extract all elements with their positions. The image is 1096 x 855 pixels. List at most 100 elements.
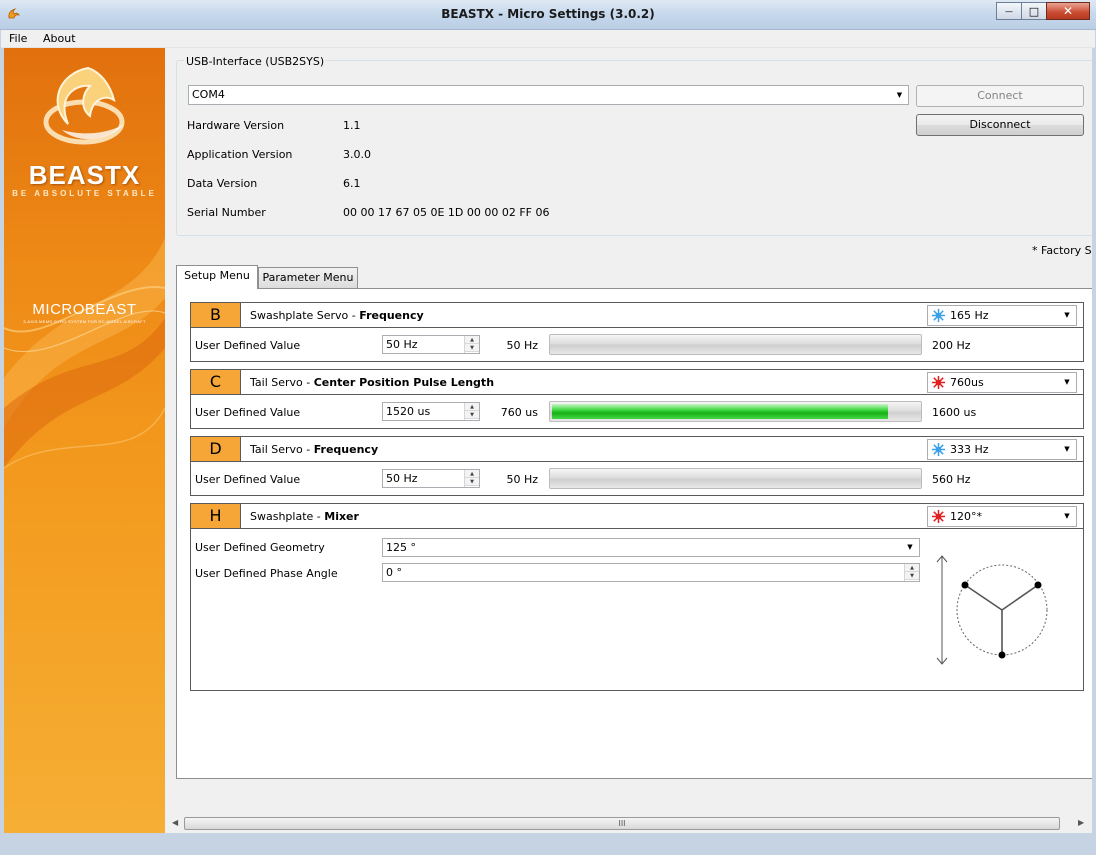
hardware-version-label: Hardware Version — [187, 119, 285, 132]
preset-select[interactable]: 760us ▼ — [927, 372, 1077, 393]
beastx-logo-icon — [43, 66, 125, 145]
red-star-icon — [931, 375, 946, 390]
section-h-swashplate-mixer: H Swashplate - Mixer 120°* ▼ User Define… — [190, 503, 1084, 691]
section-header: C Tail Servo - Center Position Pulse Len… — [191, 370, 1083, 395]
range-max: 560 Hz — [932, 473, 971, 486]
user-defined-phase-angle-label: User Defined Phase Angle — [195, 567, 338, 580]
phase-angle-value: 0 ° — [386, 566, 402, 579]
preset-select[interactable]: 165 Hz ▼ — [927, 305, 1077, 326]
minimize-button[interactable]: — — [996, 2, 1022, 20]
chevron-down-icon: ▼ — [896, 91, 903, 99]
maximize-icon: □ — [1028, 4, 1040, 18]
value-progress-bar — [549, 334, 922, 355]
product-name: MICROBEAST — [32, 301, 137, 318]
section-title: Tail Servo - Frequency — [250, 443, 379, 456]
phase-angle-spinbox[interactable]: 0 ° ▲ ▼ — [382, 563, 920, 582]
section-c-tail-center-pulse: C Tail Servo - Center Position Pulse Len… — [190, 369, 1084, 429]
blue-star-icon — [931, 442, 946, 457]
value-progress-bar — [549, 401, 922, 422]
servo-point-right — [1034, 581, 1042, 589]
tab-parameter-menu[interactable]: Parameter Menu — [258, 267, 358, 288]
chevron-down-icon: ▼ — [1064, 512, 1070, 520]
section-d-tail-frequency: D Tail Servo - Frequency 333 Hz ▼ User D… — [190, 436, 1084, 496]
user-defined-geometry-label: User Defined Geometry — [195, 541, 325, 554]
section-title: Tail Servo - Center Position Pulse Lengt… — [250, 376, 495, 389]
scroll-left-icon[interactable]: ◀ — [172, 818, 178, 827]
window-title: BEASTX - Micro Settings (3.0.2) — [441, 7, 655, 21]
client-area: BEASTX BE ABSOLUTE STABLE MICROBEAST 3-A… — [4, 48, 1092, 833]
grip-icon: III — [618, 819, 626, 828]
com-port-value: COM4 — [192, 88, 225, 101]
spin-down-icon[interactable]: ▼ — [465, 478, 479, 486]
maximize-button[interactable]: □ — [1021, 2, 1047, 20]
factory-settings-note: * Factory Se — [1032, 244, 1092, 257]
progress-fill — [552, 404, 888, 419]
value-spinbox[interactable]: 50 Hz ▲ ▼ — [382, 335, 480, 354]
spin-buttons[interactable]: ▲ ▼ — [464, 470, 479, 487]
title-bar: BEASTX - Micro Settings (3.0.2) — □ ✕ — [0, 0, 1096, 30]
range-max: 200 Hz — [932, 339, 971, 352]
preset-value: 120°* — [950, 510, 982, 523]
usb-group-title: USB-Interface (USB2SYS) — [184, 55, 327, 68]
user-defined-value-label: User Defined Value — [195, 406, 301, 419]
spin-buttons[interactable]: ▲ ▼ — [464, 336, 479, 353]
section-header: B Swashplate Servo - Frequency 165 Hz ▼ — [191, 303, 1083, 328]
chevron-down-icon: ▼ — [1064, 378, 1070, 386]
section-title: Swashplate Servo - Frequency — [250, 309, 424, 322]
chevron-down-icon: ▼ — [1064, 445, 1070, 453]
spin-down-icon[interactable]: ▼ — [465, 344, 479, 352]
chevron-down-icon: ▼ — [907, 543, 913, 551]
data-version-label: Data Version — [187, 177, 258, 190]
scrollbar-thumb[interactable]: III — [184, 817, 1060, 830]
tab-setup-menu[interactable]: Setup Menu — [176, 265, 258, 289]
close-icon: ✕ — [1062, 4, 1074, 18]
spinbox-value: 50 Hz — [386, 338, 418, 351]
serial-number-label: Serial Number — [187, 206, 266, 219]
section-letter: H — [191, 504, 241, 528]
range-min: 50 Hz — [506, 473, 538, 486]
preset-select[interactable]: 333 Hz ▼ — [927, 439, 1077, 460]
window-controls: — □ ✕ — [996, 2, 1090, 20]
user-defined-value-label: User Defined Value — [195, 473, 301, 486]
side-banner: BEASTX BE ABSOLUTE STABLE MICROBEAST 3-A… — [4, 48, 165, 833]
spin-up-icon[interactable]: ▲ — [465, 470, 479, 478]
user-defined-value-label: User Defined Value — [195, 339, 301, 352]
spinbox-value: 50 Hz — [386, 472, 418, 485]
section-letter: C — [191, 370, 241, 394]
value-spinbox[interactable]: 1520 us ▲ ▼ — [382, 402, 480, 421]
section-title: Swashplate - Mixer — [250, 510, 359, 523]
serial-number-value: 00 00 17 67 05 0E 1D 00 00 02 FF 06 — [343, 206, 550, 219]
hardware-version-value: 1.1 — [343, 119, 361, 132]
spin-buttons[interactable]: ▲ ▼ — [464, 403, 479, 420]
spin-down-icon[interactable]: ▼ — [905, 572, 919, 580]
spin-down-icon[interactable]: ▼ — [465, 411, 479, 419]
value-spinbox[interactable]: 50 Hz ▲ ▼ — [382, 469, 480, 488]
vertical-arrow-icon — [936, 555, 948, 665]
spin-up-icon[interactable]: ▲ — [465, 403, 479, 411]
brand-tagline: BE ABSOLUTE STABLE — [12, 189, 157, 198]
horizontal-scrollbar[interactable]: ◀ III ▶ — [168, 815, 1088, 833]
spin-up-icon[interactable]: ▲ — [905, 564, 919, 572]
minimize-icon: — — [1005, 6, 1013, 16]
section-letter: B — [191, 303, 241, 327]
spin-buttons[interactable]: ▲ ▼ — [904, 564, 919, 581]
range-max: 1600 us — [932, 406, 977, 419]
preset-select[interactable]: 120°* ▼ — [927, 506, 1077, 527]
section-b-swashplate-frequency: B Swashplate Servo - Frequency 165 Hz ▼ … — [190, 302, 1084, 362]
menu-file[interactable]: File — [9, 32, 27, 45]
chevron-down-icon: ▼ — [1064, 311, 1070, 319]
menu-about[interactable]: About — [43, 32, 76, 45]
scroll-right-icon[interactable]: ▶ — [1078, 818, 1084, 827]
connect-button[interactable]: Connect — [916, 85, 1084, 107]
preset-value: 165 Hz — [950, 309, 989, 322]
geometry-select[interactable]: 125 ° ▼ — [382, 538, 920, 557]
com-port-select[interactable]: COM4 ▼ — [188, 85, 909, 105]
spin-up-icon[interactable]: ▲ — [465, 336, 479, 344]
application-version-value: 3.0.0 — [343, 148, 371, 161]
disconnect-button[interactable]: Disconnect — [916, 114, 1084, 136]
range-min: 760 us — [500, 406, 538, 419]
setup-menu-panel: B Swashplate Servo - Frequency 165 Hz ▼ … — [176, 288, 1092, 779]
preset-value: 333 Hz — [950, 443, 989, 456]
close-button[interactable]: ✕ — [1046, 2, 1090, 20]
servo-point-left — [961, 581, 969, 589]
